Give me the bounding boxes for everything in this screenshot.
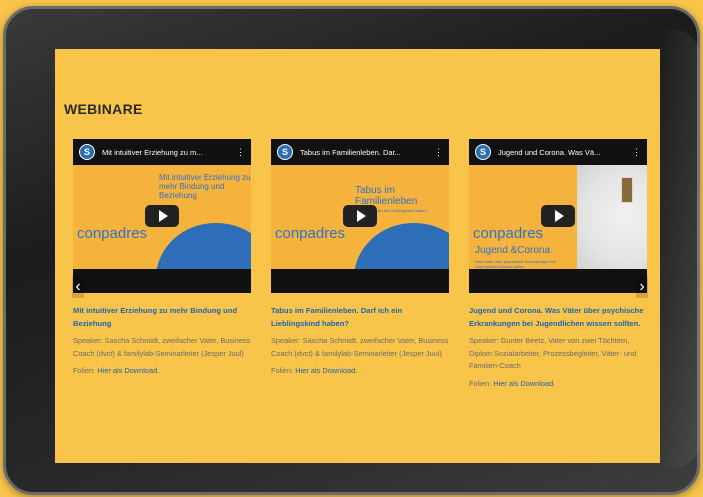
webinar-slides: Folien: Hier als Download.	[73, 366, 253, 375]
video-title[interactable]: Jugend und Corona. Was Vä...	[498, 148, 628, 157]
video-player[interactable]: conpadres Tabus im Familienleben Darf ic…	[271, 139, 449, 293]
video-title-bar: S Mit intuitiver Erziehung zu m... ⋮	[73, 139, 251, 165]
webinar-carousel: conpadres Mit intuitiver Erziehung zu me…	[55, 49, 660, 463]
video-overlay-text: Jugend &Corona	[475, 245, 551, 256]
webinar-speaker: Speaker: Gunter Beetz, Vater von zwei Tö…	[469, 336, 637, 371]
chevron-right-icon: ›	[639, 278, 645, 295]
chevron-left-icon: ‹	[75, 278, 81, 295]
video-overlay-text: Mit intuitiver Erziehung zu mehr Bindung…	[159, 173, 251, 201]
video-player[interactable]: conpadres Mit intuitiver Erziehung zu me…	[73, 139, 251, 293]
webinar-speaker: Speaker: Sascha Schmidt, zweifacher Vate…	[73, 336, 251, 358]
webinar-card: conpadres Jugend &Corona Was Väter über …	[469, 139, 649, 388]
channel-logo-icon: S	[277, 144, 293, 160]
video-tagline: Darf ich ein Lieblingskind haben?	[369, 208, 428, 213]
head-silhouette-graphic	[577, 165, 647, 269]
tablet-screen: WEBINARE conpadres Mit intuitiver Erzieh…	[55, 49, 660, 463]
video-overlay-text: Tabus im Familienleben	[355, 185, 418, 207]
play-button-icon[interactable]	[145, 205, 179, 227]
webinar-speaker: Speaker: Sascha Schmidt, zweifacher Vate…	[271, 336, 449, 358]
webinar-title-link[interactable]: Tabus im Familienleben. Darf ich ein Lie…	[271, 305, 451, 330]
slides-download-link[interactable]: Hier als Download.	[295, 366, 357, 375]
webinar-slides: Folien: Hier als Download.	[271, 366, 451, 375]
webinar-card: conpadres Mit intuitiver Erziehung zu me…	[73, 139, 253, 375]
webinar-title-link[interactable]: Jugend und Corona. Was Väter über psychi…	[469, 305, 649, 330]
video-title-bar: S Tabus im Familienleben. Dar... ⋮	[271, 139, 449, 165]
channel-logo-icon: S	[79, 144, 95, 160]
video-title[interactable]: Tabus im Familienleben. Dar...	[300, 148, 430, 157]
slides-download-link[interactable]: Hier als Download.	[493, 379, 555, 388]
carousel-prev-button[interactable]: ‹	[72, 276, 84, 298]
door-graphic	[621, 177, 633, 203]
slides-label: Folien:	[73, 366, 96, 376]
webinar-title-link[interactable]: Mit intuitiver Erziehung zu mehr Bindung…	[73, 305, 253, 330]
video-footer	[271, 269, 449, 293]
webinar-card: conpadres Tabus im Familienleben Darf ic…	[271, 139, 451, 375]
more-options-icon[interactable]: ⋮	[434, 147, 443, 158]
carousel-next-button[interactable]: ›	[636, 276, 648, 298]
more-options-icon[interactable]: ⋮	[632, 147, 641, 158]
tablet-frame: WEBINARE conpadres Mit intuitiver Erzieh…	[3, 6, 700, 495]
video-brand: conpadres	[473, 225, 544, 242]
webinar-slides: Folien: Hier als Download.	[469, 379, 649, 388]
video-brand: conpadres	[275, 225, 346, 242]
video-footer	[73, 269, 251, 293]
play-button-icon[interactable]	[343, 205, 377, 227]
video-title-bar: S Jugend und Corona. Was Vä... ⋮	[469, 139, 647, 165]
play-button-icon[interactable]	[541, 205, 575, 227]
slides-label: Folien:	[271, 366, 294, 376]
video-title[interactable]: Mit intuitiver Erziehung zu m...	[102, 148, 232, 157]
slides-download-link[interactable]: Hier als Download.	[97, 366, 159, 375]
video-player[interactable]: conpadres Jugend &Corona Was Väter über …	[469, 139, 647, 293]
video-footer	[469, 269, 647, 293]
video-brand: conpadres	[77, 225, 148, 242]
channel-logo-icon: S	[475, 144, 491, 160]
more-options-icon[interactable]: ⋮	[236, 147, 245, 158]
slides-label: Folien:	[469, 378, 492, 388]
